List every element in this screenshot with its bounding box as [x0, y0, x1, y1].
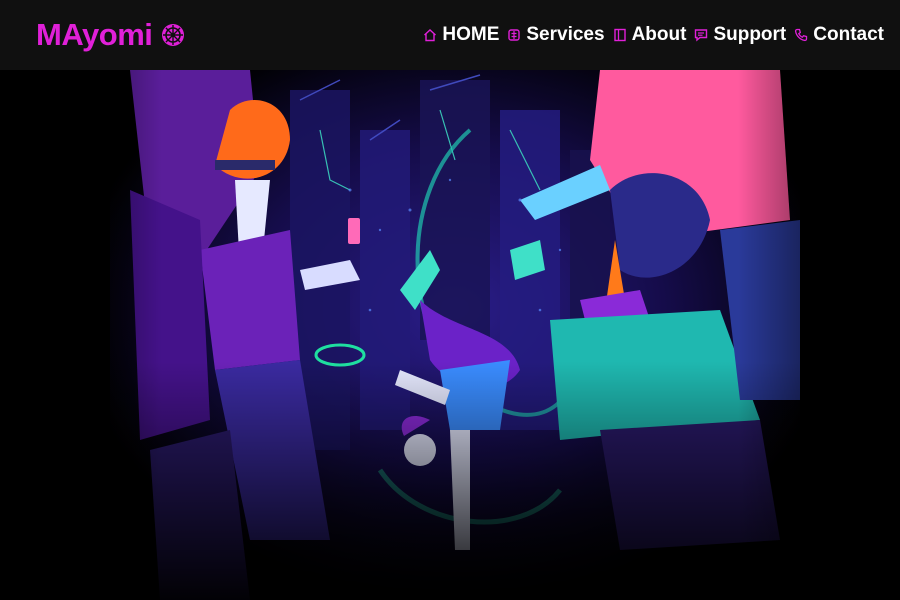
nav-label-contact: Contact: [813, 24, 884, 45]
phone-icon: [795, 28, 808, 42]
home-icon: [424, 29, 437, 42]
nav-label-about: About: [631, 24, 687, 45]
helm-wheel-icon: [162, 24, 185, 46]
services-icon: [508, 29, 521, 41]
nav-item-contact[interactable]: Contact: [794, 24, 884, 46]
nav-label-services: Services: [526, 24, 605, 45]
nav-label-support: Support: [713, 24, 787, 45]
chat-icon: [695, 29, 708, 42]
nav-item-support[interactable]: Support: [694, 24, 786, 46]
book-icon: [613, 28, 626, 42]
nav-label-home: HOME: [442, 24, 500, 45]
main-nav: HOME Services About Support Contact: [423, 24, 884, 46]
hero-illustration: [0, 70, 900, 600]
navbar: MAyomi HOME Services About Support Conta…: [0, 0, 900, 70]
brand-name: MAyomi: [36, 17, 153, 52]
hero-section: [0, 70, 900, 600]
nav-item-about[interactable]: About: [613, 24, 687, 46]
nav-item-home[interactable]: HOME: [423, 24, 499, 46]
nav-item-services[interactable]: Services: [507, 24, 605, 46]
brand-logo[interactable]: MAyomi: [36, 17, 186, 53]
